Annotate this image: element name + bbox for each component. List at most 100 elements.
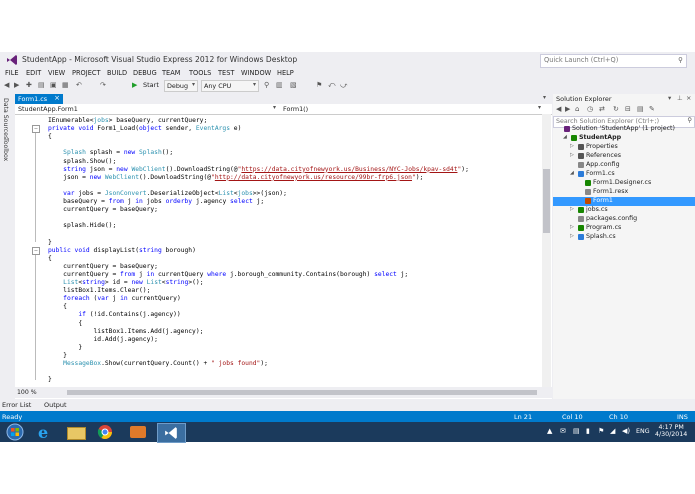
- tray-arrow-icon[interactable]: ▲: [547, 427, 552, 435]
- code-line[interactable]: List<string> id = new List<string>();: [48, 279, 203, 287]
- tray-wifi-icon[interactable]: ◢: [610, 427, 615, 435]
- tray-flag-icon[interactable]: ⚑: [598, 427, 604, 435]
- menu-debug[interactable]: DEBUG: [133, 69, 157, 77]
- tray-volume-icon[interactable]: ◀): [622, 427, 630, 435]
- menu-test[interactable]: TEST: [218, 69, 234, 77]
- code-line[interactable]: splash.Hide();: [48, 222, 116, 230]
- vertical-scroll-thumb[interactable]: [543, 169, 550, 233]
- toolbox-tab[interactable]: Toolbox: [2, 138, 9, 161]
- menu-window[interactable]: WINDOW: [241, 69, 271, 77]
- horizontal-scroll-thumb[interactable]: [67, 390, 537, 395]
- save-icon[interactable]: ▣: [50, 81, 57, 89]
- expand-arrow-icon[interactable]: ▷: [570, 224, 574, 230]
- expand-arrow-icon[interactable]: ◢: [570, 170, 574, 176]
- platform-dropdown[interactable]: Any CPU ▾: [201, 80, 259, 92]
- code-area[interactable]: IEnumerable<jobs> baseQuery, currentQuer…: [15, 115, 542, 387]
- solution-tree-item[interactable]: ▷ Properties: [570, 143, 694, 152]
- collapse-region-icon[interactable]: −: [32, 125, 40, 134]
- pin-icon[interactable]: ⊥: [677, 94, 683, 102]
- code-line[interactable]: }: [48, 239, 52, 247]
- code-line[interactable]: }: [48, 376, 52, 384]
- file-explorer-icon[interactable]: [62, 423, 89, 441]
- solution-tree-item[interactable]: ▷ jobs.cs: [570, 206, 694, 215]
- undo-icon[interactable]: ↶: [76, 81, 82, 89]
- bookmark-icon[interactable]: ⚑: [316, 81, 322, 89]
- chrome-icon[interactable]: [92, 423, 119, 441]
- solution-tree-item[interactable]: Solution 'StudentApp' (1 project): [556, 125, 694, 134]
- tab-overflow-icon[interactable]: ▾: [543, 94, 546, 101]
- tab-output[interactable]: Output: [44, 401, 67, 409]
- find-icon[interactable]: ⚲: [264, 81, 269, 89]
- close-icon[interactable]: ×: [54, 94, 60, 102]
- code-line[interactable]: listBox1.Items.Clear();: [48, 287, 150, 295]
- code-line[interactable]: currentQuery = baseQuery;: [48, 263, 158, 271]
- dropdown-icon[interactable]: ▾: [668, 94, 671, 102]
- menu-build[interactable]: BUILD: [107, 69, 127, 77]
- solution-tree-item[interactable]: ▷ References: [570, 152, 694, 161]
- code-line[interactable]: json = new WebClient().DownloadString(@"…: [48, 174, 423, 182]
- start-button[interactable]: Start: [143, 81, 159, 89]
- history-icon[interactable]: ◷: [587, 105, 593, 113]
- code-line[interactable]: }: [48, 344, 82, 352]
- code-line[interactable]: id.Add(j.agency);: [48, 336, 157, 344]
- clock[interactable]: 4:17 PM 4/30/2014: [655, 424, 687, 438]
- code-line[interactable]: {: [48, 303, 67, 311]
- quick-launch-input[interactable]: Quick Launch (Ctrl+Q) ⚲: [540, 54, 687, 68]
- sync-icon[interactable]: ⇄: [599, 105, 605, 113]
- solution-tree-item[interactable]: Form1.Designer.cs: [577, 179, 694, 188]
- tray-network-icon[interactable]: ▤: [573, 427, 580, 435]
- menu-edit[interactable]: EDIT: [26, 69, 41, 77]
- code-line[interactable]: string json = new WebClient().DownloadSt…: [48, 166, 469, 174]
- refresh-icon[interactable]: ↻: [613, 105, 619, 113]
- solution-tree-item[interactable]: packages.config: [570, 215, 694, 224]
- code-line[interactable]: {: [48, 255, 52, 263]
- code-line[interactable]: Splash splash = new Splash();: [48, 149, 173, 157]
- tab-error-list[interactable]: Error List: [2, 401, 31, 409]
- tab-form1-cs[interactable]: Form1.cs ×: [15, 94, 63, 104]
- close-icon[interactable]: ×: [686, 94, 691, 102]
- tray-app-icon[interactable]: ✉: [560, 427, 566, 435]
- internet-explorer-icon[interactable]: e: [32, 423, 59, 442]
- expand-arrow-icon[interactable]: ◢: [563, 134, 567, 140]
- expand-arrow-icon[interactable]: ▷: [570, 206, 574, 212]
- expand-arrow-icon[interactable]: ▷: [570, 233, 574, 239]
- back-icon[interactable]: ◀: [556, 105, 561, 113]
- menu-tools[interactable]: TOOLS: [189, 69, 211, 77]
- data-sources-tab[interactable]: Data Sources: [2, 98, 9, 139]
- code-line[interactable]: private void Form1_Load(object sender, E…: [48, 125, 241, 133]
- comment-icon[interactable]: ▥: [276, 81, 283, 89]
- solution-tree-item[interactable]: Form1: [577, 197, 694, 206]
- menu-project[interactable]: PROJECT: [72, 69, 101, 77]
- start-icon[interactable]: ▶: [132, 81, 137, 89]
- code-line[interactable]: listBox1.Items.Add(j.agency);: [48, 328, 203, 336]
- collapse-region-icon[interactable]: −: [32, 246, 40, 255]
- language-indicator[interactable]: ENG: [636, 428, 650, 435]
- open-file-icon[interactable]: ▤: [38, 81, 45, 89]
- save-all-icon[interactable]: ▦: [62, 81, 69, 89]
- redo-icon[interactable]: ↷: [100, 81, 106, 89]
- code-line[interactable]: }: [48, 352, 67, 360]
- code-line[interactable]: splash.Show();: [48, 158, 116, 166]
- code-line[interactable]: currentQuery = baseQuery;: [48, 206, 158, 214]
- code-line[interactable]: MessageBox.Show(currentQuery.Count() + "…: [48, 360, 268, 368]
- visual-studio-taskbar-icon[interactable]: [157, 423, 186, 443]
- solution-tree-item[interactable]: ▷ Splash.cs: [570, 233, 694, 242]
- tray-power-icon[interactable]: ▮: [586, 427, 590, 435]
- vertical-scrollbar[interactable]: [542, 114, 551, 387]
- solution-tree-item[interactable]: ◢ StudentApp: [563, 134, 694, 143]
- code-line[interactable]: if (!id.Contains(j.agency)): [48, 311, 180, 319]
- member-dropdown[interactable]: Form1() ▾: [281, 104, 543, 113]
- uncomment-icon[interactable]: ▧: [290, 81, 297, 89]
- collapse-icon[interactable]: ⊟: [625, 105, 631, 113]
- back-icon[interactable]: ◀: [4, 81, 9, 89]
- menu-help[interactable]: HELP: [277, 69, 294, 77]
- prev-bookmark-icon[interactable]: ⤺: [328, 81, 335, 90]
- menu-file[interactable]: FILE: [5, 69, 19, 77]
- solution-tree-item[interactable]: App.config: [570, 161, 694, 170]
- code-line[interactable]: {: [48, 320, 82, 328]
- configuration-dropdown[interactable]: Debug ▾: [164, 80, 198, 92]
- solution-tree-item[interactable]: Form1.resx: [577, 188, 694, 197]
- app-icon[interactable]: [125, 423, 152, 441]
- expand-arrow-icon[interactable]: ▷: [570, 143, 574, 149]
- code-line[interactable]: foreach (var j in currentQuery): [48, 295, 181, 303]
